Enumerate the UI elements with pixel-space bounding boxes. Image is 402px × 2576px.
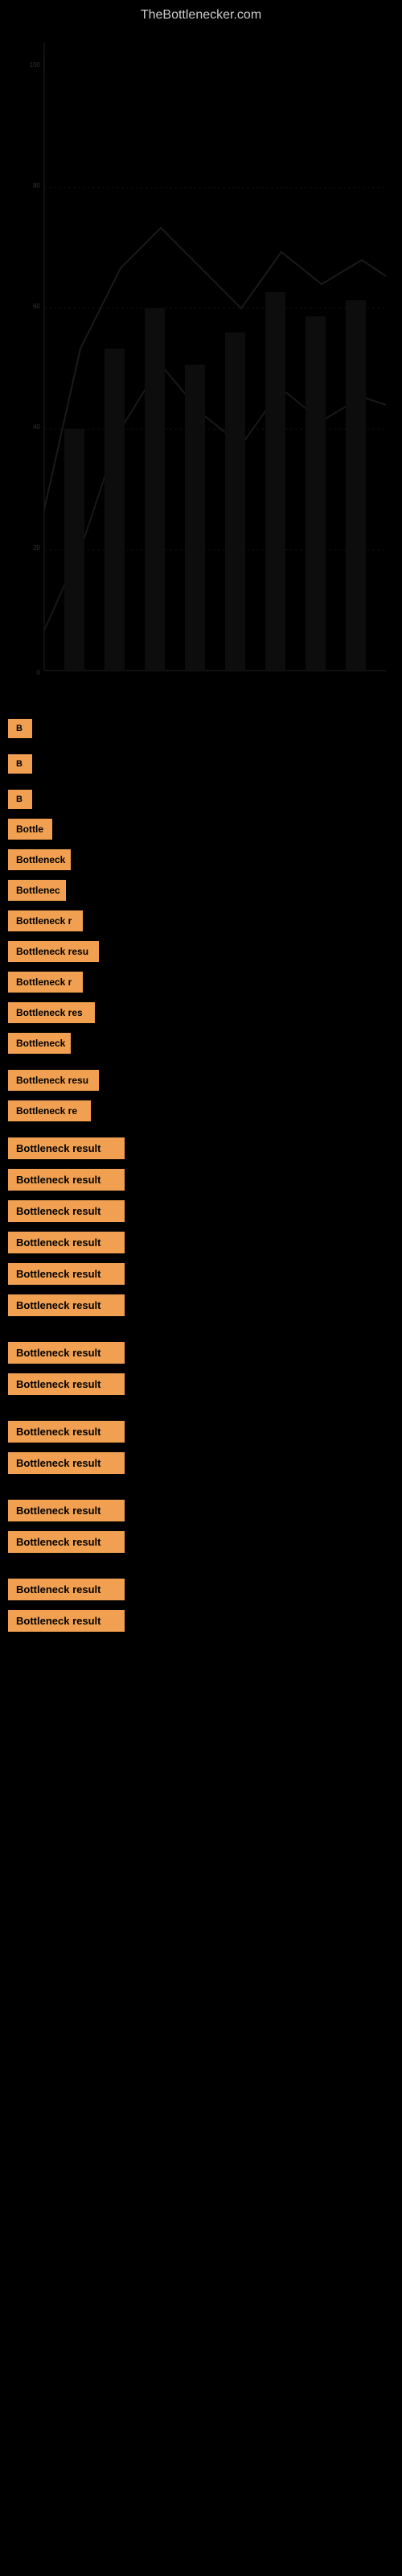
- bottleneck-result-label: Bottleneck: [8, 849, 71, 870]
- list-item[interactable]: Bottleneck result: [0, 1452, 402, 1474]
- svg-text:20: 20: [33, 544, 40, 551]
- bottleneck-result-label: Bottleneck result: [8, 1421, 125, 1443]
- bottleneck-result-label: Bottleneck resu: [8, 941, 99, 962]
- list-item[interactable]: Bottleneck result: [0, 1579, 402, 1600]
- bottleneck-results-section: B B B Bottle Bottleneck Bottlenec Bottle…: [0, 711, 402, 1649]
- bottleneck-result-label: Bottleneck result: [8, 1137, 125, 1159]
- svg-text:40: 40: [33, 423, 40, 431]
- list-item[interactable]: Bottleneck result: [0, 1373, 402, 1395]
- bottleneck-result-label: Bottlenec: [8, 880, 66, 901]
- spacer: [0, 1484, 402, 1500]
- list-item[interactable]: Bottle: [0, 819, 402, 840]
- spacer: [0, 1326, 402, 1342]
- bottleneck-result-label: Bottleneck result: [8, 1531, 125, 1553]
- chart-area: 0 20 40 60 80 100: [0, 27, 402, 711]
- svg-text:80: 80: [33, 182, 40, 189]
- list-item[interactable]: Bottleneck result: [0, 1500, 402, 1521]
- bottleneck-result-label: Bottleneck re: [8, 1100, 91, 1121]
- list-item[interactable]: Bottleneck r: [0, 910, 402, 931]
- list-item[interactable]: Bottlenec: [0, 880, 402, 901]
- bottleneck-result-label: Bottleneck r: [8, 910, 83, 931]
- bottleneck-result-label: Bottleneck result: [8, 1500, 125, 1521]
- spacer: [0, 1563, 402, 1579]
- site-title: TheBottlenecker.com: [0, 0, 402, 27]
- list-item[interactable]: Bottleneck resu: [0, 941, 402, 962]
- list-item[interactable]: Bottleneck r: [0, 972, 402, 993]
- list-item[interactable]: B: [0, 754, 402, 774]
- list-item[interactable]: Bottleneck result: [0, 1531, 402, 1553]
- bottleneck-result-label: Bottleneck res: [8, 1002, 95, 1023]
- svg-text:60: 60: [33, 303, 40, 310]
- list-item[interactable]: Bottleneck result: [0, 1200, 402, 1222]
- svg-text:0: 0: [37, 669, 41, 676]
- list-item[interactable]: Bottleneck: [0, 1033, 402, 1054]
- spacer: [0, 1405, 402, 1421]
- list-item[interactable]: Bottleneck result: [0, 1610, 402, 1632]
- bottleneck-result-label: Bottleneck result: [8, 1342, 125, 1364]
- bottleneck-result-label: Bottleneck: [8, 1033, 71, 1054]
- bottleneck-result-label: Bottleneck result: [8, 1232, 125, 1253]
- list-item[interactable]: Bottleneck res: [0, 1002, 402, 1023]
- bottleneck-result-label: Bottleneck result: [8, 1294, 125, 1316]
- list-item[interactable]: B: [0, 790, 402, 809]
- bottleneck-result-label: Bottle: [8, 819, 52, 840]
- bottleneck-result-label: Bottleneck result: [8, 1579, 125, 1600]
- bottleneck-result-label: Bottleneck result: [8, 1452, 125, 1474]
- list-item[interactable]: Bottleneck: [0, 849, 402, 870]
- bottleneck-result-label: Bottleneck result: [8, 1373, 125, 1395]
- list-item[interactable]: Bottleneck result: [0, 1137, 402, 1159]
- bottleneck-result-label: Bottleneck result: [8, 1169, 125, 1191]
- bottleneck-result-label: B: [8, 754, 32, 774]
- bottleneck-result-label: B: [8, 790, 32, 809]
- list-item[interactable]: Bottleneck result: [0, 1421, 402, 1443]
- svg-text:100: 100: [30, 61, 41, 68]
- bottleneck-result-label: B: [8, 719, 32, 738]
- list-item[interactable]: Bottleneck result: [0, 1342, 402, 1364]
- list-item[interactable]: B: [0, 719, 402, 738]
- list-item[interactable]: Bottleneck re: [0, 1100, 402, 1121]
- bottleneck-result-label: Bottleneck resu: [8, 1070, 99, 1091]
- list-item[interactable]: Bottleneck result: [0, 1169, 402, 1191]
- list-item[interactable]: Bottleneck result: [0, 1294, 402, 1316]
- list-item[interactable]: Bottleneck resu: [0, 1070, 402, 1091]
- bottleneck-result-label: Bottleneck result: [8, 1200, 125, 1222]
- bottleneck-result-label: Bottleneck result: [8, 1263, 125, 1285]
- list-item[interactable]: Bottleneck result: [0, 1263, 402, 1285]
- list-item[interactable]: Bottleneck result: [0, 1232, 402, 1253]
- bottleneck-result-label: Bottleneck result: [8, 1610, 125, 1632]
- chart-svg: 0 20 40 60 80 100: [0, 27, 402, 711]
- bottleneck-result-label: Bottleneck r: [8, 972, 83, 993]
